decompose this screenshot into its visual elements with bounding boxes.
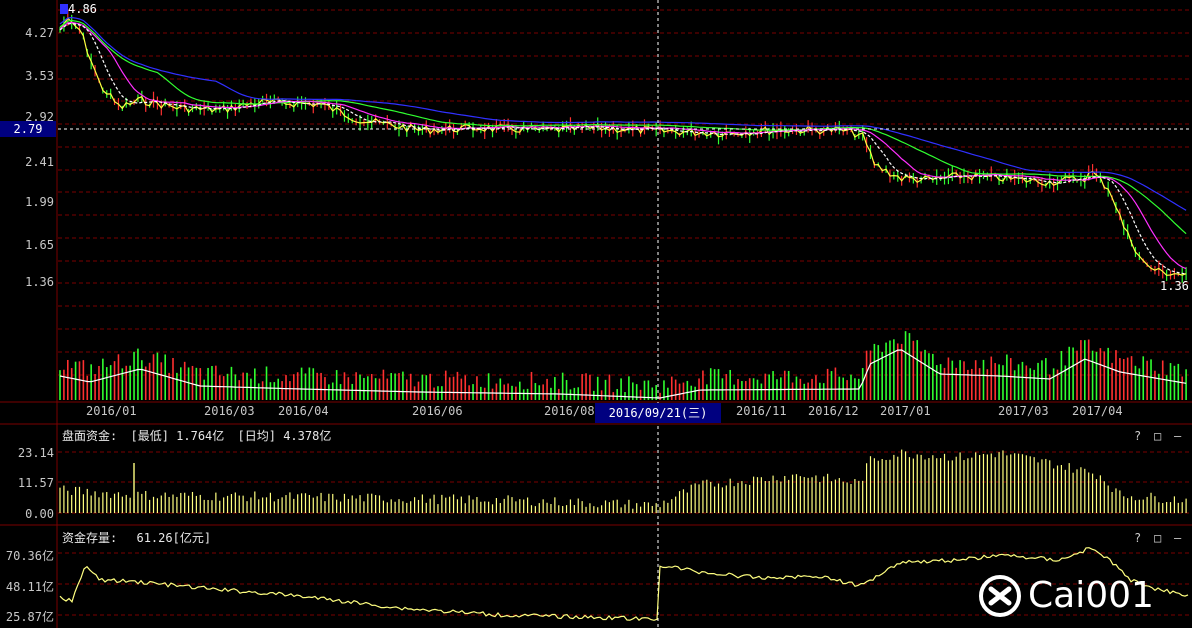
x-tick-label: 2016/06 [412,404,463,418]
x-tick-label: 2016/11 [736,404,787,418]
maximize-icon[interactable]: □ [1154,531,1161,545]
watermark-logo: Cai001 [978,574,1188,620]
fund-min-tag: [最低] 1.764亿 [130,429,225,443]
x-tick-label: 2016/08 [544,404,595,418]
high-marker-icon [60,4,68,14]
minimize-icon[interactable]: — [1174,531,1181,545]
maximize-icon[interactable]: □ [1154,429,1161,443]
x-tick-label: 2017/03 [998,404,1049,418]
help-icon[interactable]: ? [1134,429,1141,443]
minimize-icon[interactable]: — [1174,429,1181,443]
fund-panel-header: 盘面资金: [最低] 1.764亿 [日均] 4.378亿 [62,427,331,444]
y-tick-label: 2.41 [25,155,54,169]
y-tick-label: 4.27 [25,26,54,40]
y-tick-label: 25.87亿 [5,610,54,624]
y-tick-label: 23.14 [17,446,54,460]
x-tick-label: 2016/03 [204,404,255,418]
fund-avg-tag: [日均] 4.378亿 [237,429,332,443]
stock-panel-title: 资金存量: [62,531,118,545]
y-tick-label: 48.11亿 [5,580,54,594]
y-tick-label: 1.65 [25,238,54,252]
stock-panel-header: 资金存量: 61.26[亿元] [62,529,211,546]
logo-icon [979,575,1021,617]
stock-panel-value: 61.26[亿元] [136,531,212,545]
y-tick-label: 1.36 [25,275,54,289]
y-tick-label: 0.00 [25,507,54,521]
x-tick-label: 2016/04 [278,404,329,418]
fund-panel-title: 盘面资金: [62,429,118,443]
crosshair-date-tag: 2016/09/21(三) [595,403,721,423]
x-tick-label: 2017/01 [880,404,931,418]
help-icon[interactable]: ? [1134,531,1141,545]
ma-line-magenta [59,21,1187,270]
y-tick-label: 11.57 [17,476,54,490]
x-tick-label: 2016/01 [86,404,137,418]
x-tick-label: 2016/12 [808,404,859,418]
crosshair-price-tag: 2.79 [0,121,56,137]
ma-line-blue [59,16,1187,211]
volume-ma-line [59,349,1187,399]
y-tick-label: 3.53 [25,69,54,83]
x-tick-label: 2017/04 [1072,404,1123,418]
ma-line-white [59,22,1187,275]
low-price-label: 1.36 [1160,279,1189,293]
y-tick-label: 70.36亿 [5,549,54,563]
y-tick-label: 1.99 [25,195,54,209]
high-price-label: 4.86 [68,2,97,16]
watermark-text: Cai001 [1028,575,1154,616]
